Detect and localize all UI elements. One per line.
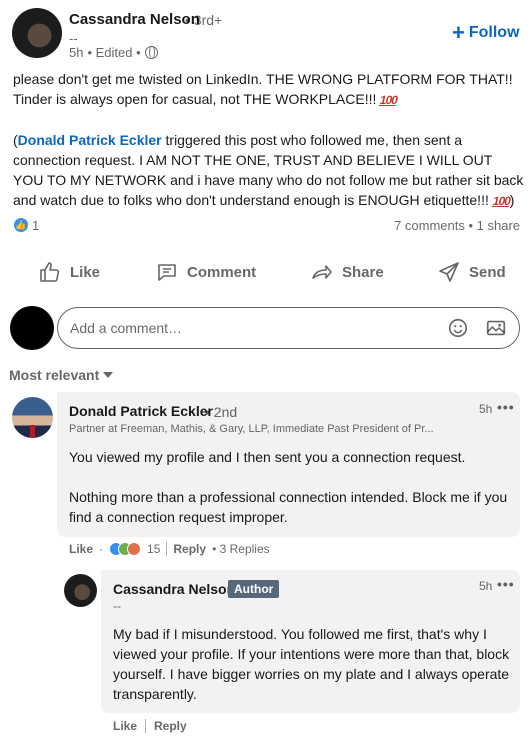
post-time: 5h [69,45,84,60]
share-button[interactable]: Share [310,260,384,284]
post-text-1: please don't get me twisted on LinkedIn.… [13,71,513,107]
divider [166,542,168,556]
comment-actions: Like · 15 Reply • 3 Replies [69,542,270,556]
send-button[interactable]: Send [437,260,506,284]
connection-degree: • 3rd+ [185,12,223,28]
comment-label: Comment [187,263,257,281]
reply-time: 5h [479,579,493,593]
mention-link[interactable]: Donald Patrick Eckler [18,132,162,148]
reply-author-name[interactable]: Cassandra Nelson [113,581,235,597]
send-icon [439,262,459,282]
author-avatar[interactable] [12,8,62,58]
comments-shares-count[interactable]: 7 comments • 1 share [394,218,520,233]
commenter-avatar[interactable] [12,397,53,438]
thumbs-up-icon: 👍 [15,219,27,230]
share-icon [312,265,332,279]
more-options-icon[interactable]: ••• [497,399,515,415]
edited-label: • Edited • [87,45,141,60]
comment-reply-button[interactable]: Reply [173,542,206,556]
author-name[interactable]: Cassandra Nelson [69,11,200,28]
love-reaction-icon [127,542,142,556]
commenter-name[interactable]: Donald Patrick Eckler [69,403,213,419]
follow-button[interactable]: + Follow [452,20,520,45]
reply-actions: Like Reply [113,719,187,733]
send-label: Send [469,263,506,281]
caret-down-icon [103,372,114,378]
post-paragraph-1: please don't get me twisted on LinkedIn.… [13,69,525,110]
author-headline: -- [69,31,78,46]
my-avatar [10,306,54,350]
comment-like-button[interactable]: Like [69,542,93,556]
like-reaction-icon[interactable]: 👍 [13,217,29,233]
reply-reply-button[interactable]: Reply [154,719,187,733]
reply-avatar[interactable] [64,574,97,607]
dot-separator: · [99,542,104,556]
comment-icon [158,264,176,281]
connection-degree: • 2nd [205,404,238,420]
replies-count[interactable]: • 3 Replies [212,542,270,556]
post-body: please don't get me twisted on LinkedIn.… [13,69,525,211]
plus-icon: + [452,20,465,45]
share-label: Share [342,263,384,281]
divider [145,719,147,733]
comment-reaction-count[interactable]: 15 [147,542,160,556]
globe-icon [144,46,158,59]
comment-paragraph-1: You viewed my profile and I then sent yo… [69,449,466,465]
emoji-icon[interactable] [447,317,469,339]
reaction-count[interactable]: 1 [32,218,39,233]
reply-headline: -- [113,599,121,613]
thumbs-up-icon [40,262,60,282]
more-options-icon[interactable]: ••• [497,576,515,592]
image-icon[interactable] [485,317,507,339]
comment-button[interactable]: Comment [155,260,256,284]
sort-label: Most relevant [9,367,100,383]
post-paragraph-2: (Donald Patrick Eckler triggered this po… [13,130,525,211]
follow-label: Follow [468,24,520,41]
post-meta: 5h • Edited • [69,45,158,60]
comment-text: You viewed my profile and I then sent yo… [69,447,509,527]
author-badge: Author [228,580,280,598]
reply-like-button[interactable]: Like [113,719,137,733]
comment-composer[interactable] [57,307,520,349]
comment-input[interactable] [70,320,431,336]
like-button[interactable]: Like [38,260,100,284]
reply-text: My bad if I misunderstood. You followed … [113,626,510,702]
like-label: Like [70,263,101,281]
hundred-emoji-icon: 100 [491,194,512,208]
comment-time: 5h [479,402,493,416]
sort-dropdown[interactable]: Most relevant [9,367,114,383]
reaction-icons[interactable] [109,542,142,556]
hundred-emoji-icon: 100 [378,93,399,107]
comment-paragraph-2: Nothing more than a professional connect… [69,489,508,525]
commenter-headline: Partner at Freeman, Mathis, & Gary, LLP,… [69,423,434,435]
